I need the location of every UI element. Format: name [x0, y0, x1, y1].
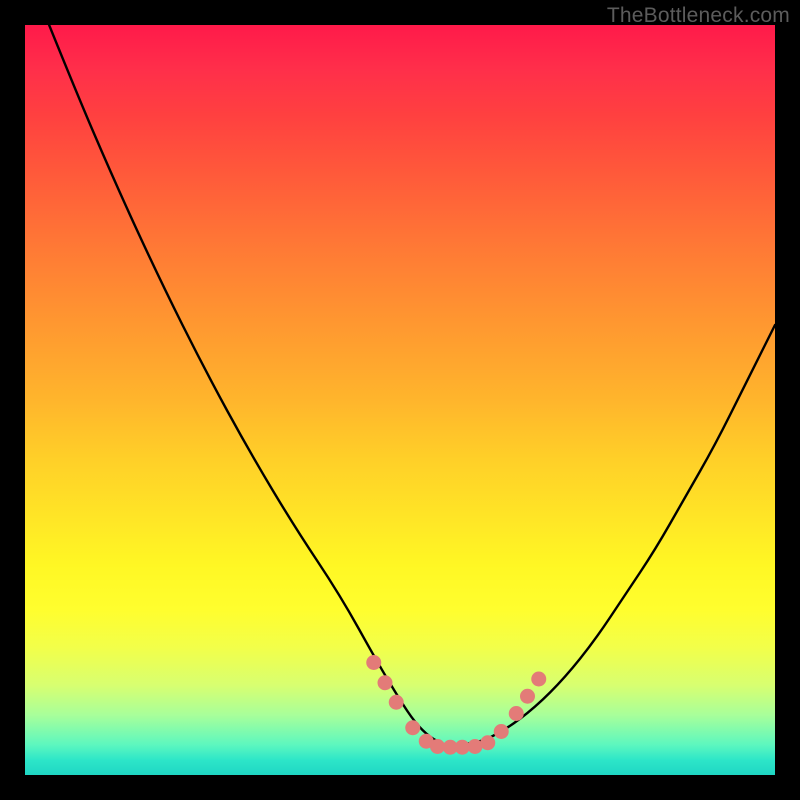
plot-area — [25, 25, 775, 775]
curve-left-curve — [25, 25, 445, 745]
curve-layer — [25, 25, 775, 775]
data-marker — [430, 739, 445, 754]
data-marker — [494, 724, 509, 739]
chart-frame: TheBottleneck.com — [0, 0, 800, 800]
data-marker — [389, 695, 404, 710]
data-marker — [520, 689, 535, 704]
data-marker — [468, 739, 483, 754]
data-marker — [509, 706, 524, 721]
curve-right-curve — [445, 325, 775, 745]
data-marker — [455, 740, 470, 755]
data-marker — [480, 735, 495, 750]
data-marker — [531, 672, 546, 687]
data-marker — [366, 655, 381, 670]
data-marker — [405, 720, 420, 735]
data-marker — [378, 675, 393, 690]
